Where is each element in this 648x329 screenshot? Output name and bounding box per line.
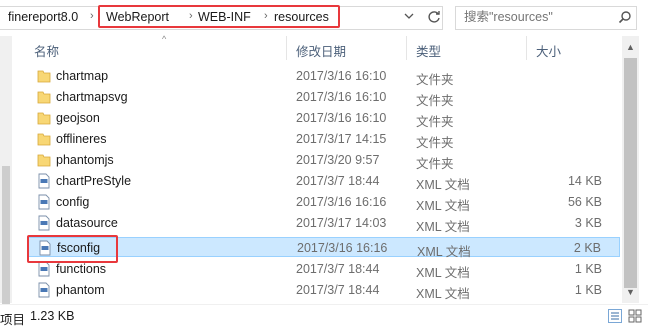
column-divider[interactable] <box>526 36 527 60</box>
file-date: 2017/3/7 18:44 <box>296 174 380 188</box>
file-name: phantom <box>56 283 105 297</box>
column-type[interactable]: 类型 <box>416 41 441 60</box>
column-size[interactable]: 大小 <box>536 41 561 60</box>
file-type: 文件夹 <box>416 157 454 171</box>
file-date: 2017/3/17 14:03 <box>296 216 387 230</box>
file-name: chartmap <box>56 69 109 83</box>
file-type: 文件夹 <box>416 94 454 108</box>
breadcrumb-separator: › <box>90 10 94 22</box>
selection-highlight-box <box>27 235 118 263</box>
file-type: XML 文档 <box>416 199 470 213</box>
chevron-down-icon[interactable] <box>404 11 414 21</box>
folder-icon <box>37 112 51 125</box>
file-date: 2017/3/17 14:15 <box>296 132 387 146</box>
file-date: 2017/3/7 18:44 <box>296 262 380 276</box>
status-bar: 项目 1.23 KB <box>0 304 648 329</box>
breadcrumb-root[interactable]: finereport8.0 <box>8 10 78 24</box>
file-name: phantomjs <box>56 153 114 167</box>
address-highlight-box <box>98 5 340 28</box>
column-divider[interactable] <box>406 36 407 60</box>
file-date: 2017/3/16 16:16 <box>296 195 387 209</box>
file-name: functions <box>56 262 107 276</box>
file-type: XML 文档 <box>416 266 470 280</box>
file-type: 文件夹 <box>416 73 454 87</box>
vertical-scrollbar[interactable]: ▲ ▼ <box>622 36 639 303</box>
column-date[interactable]: 修改日期 <box>296 41 346 60</box>
file-date: 2017/3/16 16:10 <box>296 90 387 104</box>
folder-icon <box>37 70 51 83</box>
nav-pane-scrollbar[interactable] <box>0 36 12 316</box>
file-date: 2017/3/16 16:10 <box>296 69 387 83</box>
details-view-icon[interactable] <box>608 309 622 323</box>
file-size: 1 KB <box>574 262 602 276</box>
file-size: 14 KB <box>567 174 602 188</box>
file-size: 2 KB <box>573 241 601 255</box>
search-icon[interactable] <box>618 10 632 24</box>
xml-file-icon <box>38 194 50 210</box>
file-row[interactable]: phantom 2017/3/7 18:44 XML 文档 1 KB <box>28 280 620 301</box>
scroll-down-icon[interactable]: ▼ <box>626 287 635 297</box>
file-name: datasource <box>56 216 118 230</box>
sort-ascending-icon: ^ <box>162 34 167 44</box>
file-name: offlineres <box>56 132 107 146</box>
xml-file-icon <box>38 215 50 231</box>
file-type: XML 文档 <box>416 178 470 192</box>
file-row[interactable]: geojson 2017/3/16 16:10 文件夹 <box>28 108 620 129</box>
file-row[interactable]: config 2017/3/16 16:16 XML 文档 56 KB <box>28 192 620 213</box>
file-date: 2017/3/16 16:16 <box>297 241 388 255</box>
file-size: 56 KB <box>567 195 602 209</box>
nav-pane-scroll-thumb[interactable] <box>2 166 10 316</box>
file-name: config <box>56 195 90 209</box>
folder-icon <box>37 133 51 146</box>
file-row[interactable]: offlineres 2017/3/17 14:15 文件夹 <box>28 129 620 150</box>
file-type: XML 文档 <box>416 287 470 301</box>
file-date: 2017/3/16 16:10 <box>296 111 387 125</box>
file-date: 2017/3/7 18:44 <box>296 283 380 297</box>
file-name: chartPreStyle <box>56 174 132 188</box>
file-size: 1 KB <box>574 283 602 297</box>
file-type: XML 文档 <box>416 220 470 234</box>
file-type: XML 文档 <box>417 245 471 259</box>
scroll-thumb[interactable] <box>624 58 637 288</box>
search-box <box>455 6 637 30</box>
xml-file-icon <box>38 282 50 298</box>
file-row[interactable]: chartmap 2017/3/16 16:10 文件夹 <box>28 66 620 87</box>
file-row[interactable]: phantomjs 2017/3/20 9:57 文件夹 <box>28 150 620 171</box>
search-input[interactable] <box>464 10 604 24</box>
column-divider[interactable] <box>286 36 287 60</box>
xml-file-icon <box>38 173 50 189</box>
file-size: 3 KB <box>574 216 602 230</box>
xml-file-icon <box>38 261 50 277</box>
folder-icon <box>37 154 51 167</box>
file-name: geojson <box>56 111 100 125</box>
file-name: chartmapsvg <box>56 90 128 104</box>
file-type: 文件夹 <box>416 115 454 129</box>
scroll-up-icon[interactable]: ▲ <box>626 42 635 52</box>
status-item-count: 项目 <box>0 313 26 327</box>
file-date: 2017/3/20 9:57 <box>296 153 380 167</box>
file-row[interactable]: chartPreStyle 2017/3/7 18:44 XML 文档 14 K… <box>28 171 620 192</box>
file-row[interactable]: datasource 2017/3/17 14:03 XML 文档 3 KB <box>28 213 620 234</box>
folder-icon <box>37 91 51 104</box>
file-row[interactable]: chartmapsvg 2017/3/16 16:10 文件夹 <box>28 87 620 108</box>
status-selected-size: 1.23 KB <box>30 309 75 323</box>
address-bar: finereport8.0 › WebReport › WEB-INF › re… <box>0 0 648 36</box>
column-header: ^ 名称 修改日期 类型 大小 <box>10 34 638 60</box>
large-icons-view-icon[interactable] <box>628 309 642 323</box>
file-type: 文件夹 <box>416 136 454 150</box>
refresh-icon[interactable] <box>426 9 442 25</box>
column-name[interactable]: 名称 <box>34 41 59 60</box>
